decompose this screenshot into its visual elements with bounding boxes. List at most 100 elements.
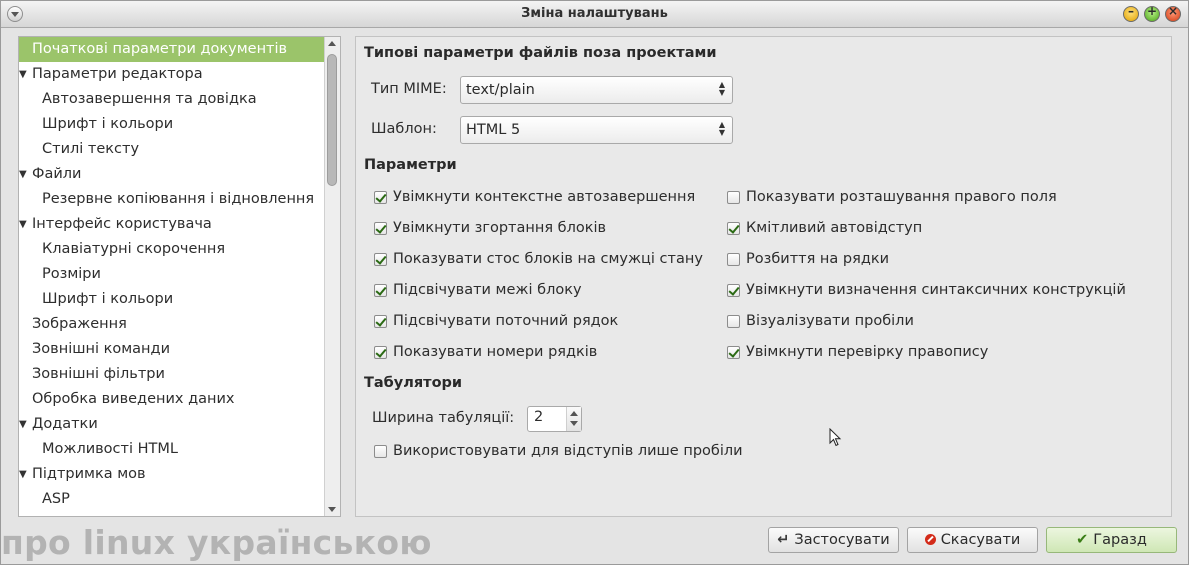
checkbox-box[interactable]: [374, 222, 387, 235]
section-title-tabs: Табулятори: [364, 375, 463, 391]
expander-arrow-icon[interactable]: ▼: [19, 162, 27, 187]
tree-item-label: Шрифт і кольори: [42, 116, 174, 132]
checkbox-box[interactable]: [374, 253, 387, 266]
tree-item[interactable]: Стилі тексту: [19, 137, 326, 162]
tree-item[interactable]: Шрифт і кольори: [19, 287, 326, 312]
section-title-parameters: Параметри: [364, 157, 457, 173]
checkbox-box[interactable]: [727, 346, 740, 359]
tree-item-label: Файли: [32, 166, 82, 182]
minimize-icon: –: [1128, 4, 1134, 18]
minimize-button[interactable]: –: [1123, 4, 1139, 22]
tree-item[interactable]: Обробка виведених даних: [19, 387, 326, 412]
tree-item-label: Розміри: [42, 266, 101, 282]
tree-item-label: Шрифт і кольори: [42, 291, 174, 307]
tree-item-label: ASP: [42, 491, 70, 507]
expander-arrow-icon[interactable]: ▼: [19, 212, 27, 237]
close-button[interactable]: ×: [1165, 4, 1181, 22]
tree-item-label: Автозавершення та довідка: [42, 91, 257, 107]
checkbox-label: Підсвічувати поточний рядок: [393, 313, 619, 329]
tree-item-label: Початкові параметри документів: [32, 41, 288, 57]
checkbox-label: Візуалізувати пробіли: [746, 313, 914, 329]
tree-item[interactable]: Зображення: [19, 312, 326, 337]
tab-width-spinner[interactable]: 2: [527, 406, 582, 432]
checkbox-box[interactable]: [727, 284, 740, 297]
cancel-button[interactable]: Скасувати: [907, 527, 1038, 553]
section-title-file-defaults: Типові параметри файлів поза проектами: [364, 45, 717, 61]
scroll-up-icon[interactable]: [328, 41, 336, 46]
tree-item-label: Інтерфейс користувача: [32, 216, 212, 232]
title-bar: Зміна налаштувань – + ×: [1, 1, 1188, 28]
tree-item-label: Резервне копіювання і відновлення: [42, 191, 315, 207]
tree-item[interactable]: Шрифт і кольори: [19, 112, 326, 137]
scroll-down-icon[interactable]: [328, 507, 336, 512]
tree-item-label: Зовнішні фільтри: [32, 366, 165, 382]
tree-item-label: Можливості HTML: [42, 441, 178, 457]
decrement-icon[interactable]: [570, 421, 578, 426]
template-value: HTML 5: [466, 122, 521, 138]
increment-icon[interactable]: [570, 411, 578, 416]
checkbox-box[interactable]: [727, 253, 740, 266]
tree-item[interactable]: ▼ Інтерфейс користувача: [19, 212, 326, 237]
tree-item[interactable]: ▼ Підтримка мов: [19, 462, 326, 487]
checkbox-label: Увімкнути перевірку правопису: [746, 344, 989, 360]
spinner-buttons[interactable]: [566, 407, 581, 431]
select-arrows-icon: ▲ ▼: [718, 120, 725, 137]
tree-item[interactable]: Початкові параметри документів: [19, 37, 326, 62]
tree-item-label: Зовнішні команди: [32, 341, 170, 357]
tree-item[interactable]: Клавіатурні скорочення: [19, 237, 326, 262]
tree-item[interactable]: Автозавершення та довідка: [19, 87, 326, 112]
mime-type-select[interactable]: text/plain ▲ ▼: [460, 76, 733, 104]
select-arrows-icon: ▲ ▼: [718, 80, 725, 97]
checkbox-box[interactable]: [374, 346, 387, 359]
checkbox-label: Показувати номери рядків: [393, 344, 598, 360]
checkbox-label: Увімкнути контекстне автозавершення: [393, 189, 696, 205]
checkbox-label: Показувати розташування правого поля: [746, 189, 1057, 205]
checkbox-box[interactable]: [374, 284, 387, 297]
maximize-button[interactable]: +: [1144, 4, 1160, 22]
checkbox-label: Увімкнути згортання блоків: [393, 220, 607, 236]
checkbox-box[interactable]: [374, 315, 387, 328]
mime-type-value: text/plain: [466, 82, 535, 98]
tree-item[interactable]: Зовнішні команди: [19, 337, 326, 362]
tab-width-label: Ширина табуляції:: [372, 410, 515, 426]
close-icon: ×: [1167, 4, 1179, 18]
tree-item-label: Параметри редактора: [32, 66, 203, 82]
checkbox-box[interactable]: [727, 315, 740, 328]
tree-item[interactable]: ▼ Параметри редактора: [19, 62, 326, 87]
tab-width-value: 2: [534, 409, 544, 425]
apply-button-label: Застосувати: [794, 532, 890, 548]
template-label: Шаблон:: [371, 121, 437, 137]
mime-type-label: Тип MIME:: [371, 81, 447, 97]
checkbox-box[interactable]: [727, 191, 740, 204]
tree-item[interactable]: Резервне копіювання і відновлення: [19, 187, 326, 212]
checkbox-label: Розбиття на рядки: [746, 251, 890, 267]
tree-item[interactable]: ▼ Додатки: [19, 412, 326, 437]
checkbox-label: Підсвічувати межі блоку: [393, 282, 582, 298]
apply-icon: ↵: [777, 532, 790, 548]
tree-item[interactable]: ASP: [19, 487, 326, 512]
tree-item-label: Обробка виведених даних: [32, 391, 235, 407]
ok-button-label: Гаразд: [1093, 532, 1147, 548]
tree-item[interactable]: ▼ Файли: [19, 162, 326, 187]
tree-item[interactable]: Можливості HTML: [19, 437, 326, 462]
tree-item[interactable]: Зовнішні фільтри: [19, 362, 326, 387]
tree-item[interactable]: Розміри: [19, 262, 326, 287]
checkbox-box[interactable]: [374, 445, 387, 458]
tree-scrollbar[interactable]: [324, 37, 340, 516]
cancel-button-label: Скасувати: [940, 532, 1021, 548]
apply-button[interactable]: ↵ Застосувати: [768, 527, 899, 553]
template-select[interactable]: HTML 5 ▲ ▼: [460, 116, 733, 144]
checkbox-label: Показувати стос блоків на смужці стану: [393, 251, 703, 267]
expander-arrow-icon[interactable]: ▼: [19, 462, 27, 487]
checkbox-label: Увімкнути визначення синтаксичних констр…: [746, 282, 1126, 298]
tree-item-label: Додатки: [32, 416, 98, 432]
expander-arrow-icon[interactable]: ▼: [19, 412, 27, 437]
cancel-icon: [924, 534, 936, 545]
expander-arrow-icon[interactable]: ▼: [19, 62, 27, 87]
checkbox-box[interactable]: [727, 222, 740, 235]
maximize-icon: +: [1146, 4, 1158, 18]
tree-item-label: Стилі тексту: [42, 141, 140, 157]
ok-button[interactable]: ✔ Гаразд: [1046, 527, 1177, 553]
checkbox-box[interactable]: [374, 191, 387, 204]
scrollbar-thumb[interactable]: [327, 54, 337, 186]
